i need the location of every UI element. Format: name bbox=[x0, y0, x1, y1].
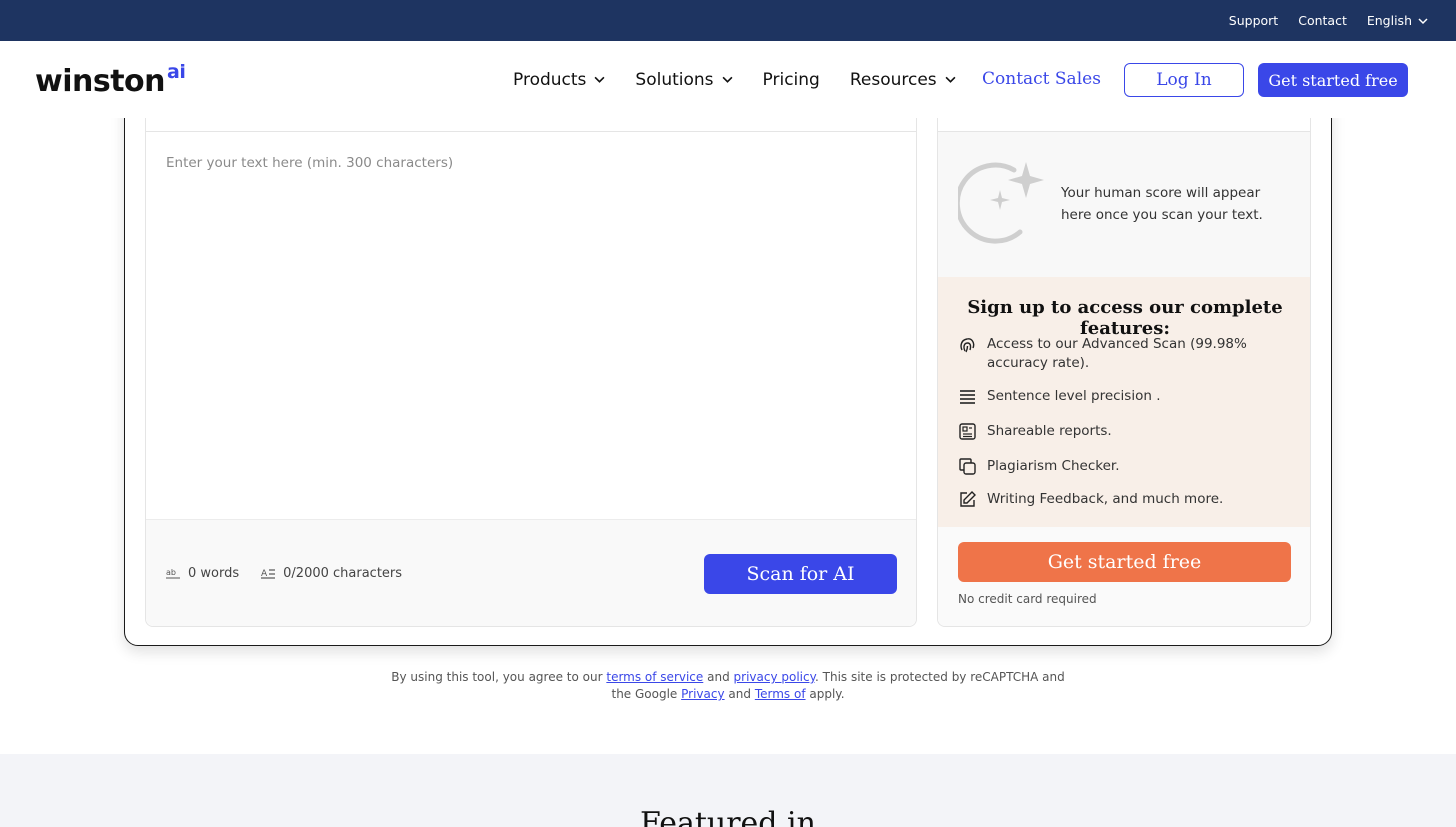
logo-text: winston bbox=[35, 64, 166, 99]
svg-text:ab: ab bbox=[166, 568, 176, 577]
legal-text: and bbox=[728, 687, 751, 701]
legal-notice: By using this tool, you agree to our ter… bbox=[0, 669, 1456, 703]
featured-in-section: Featured in bbox=[0, 754, 1456, 827]
lines-icon bbox=[960, 390, 975, 404]
legal-line-2: the Google Privacy and Terms of apply. bbox=[0, 686, 1456, 703]
feature-label: Access to our Advanced Scan (99.98% accu… bbox=[987, 336, 1247, 371]
log-in-button[interactable]: Log In bbox=[1124, 63, 1244, 97]
text-counts: ab 0 words A 0/2000 characters bbox=[166, 566, 402, 581]
divider bbox=[146, 131, 916, 132]
contact-link[interactable]: Contact bbox=[1298, 13, 1347, 28]
top-utility-bar: Support Contact English bbox=[0, 0, 1456, 41]
feature-label: Sentence level precision . bbox=[987, 388, 1161, 404]
chevron-down-icon bbox=[945, 76, 956, 83]
no-credit-card-note: No credit card required bbox=[958, 592, 1097, 606]
feature-item: Sentence level precision . bbox=[958, 387, 1160, 406]
character-count: A 0/2000 characters bbox=[261, 566, 402, 581]
main-navigation: winston ai Products Solutions Pricing Res… bbox=[0, 41, 1456, 118]
chevron-down-icon bbox=[1418, 17, 1428, 24]
featured-in-title: Featured in bbox=[640, 806, 816, 827]
legal-text: . This site is protected by reCAPTCHA an… bbox=[815, 670, 1065, 684]
legal-text: By using this tool, you agree to our bbox=[391, 670, 603, 684]
word-count: ab 0 words bbox=[166, 566, 239, 581]
legal-line-1: By using this tool, you agree to our ter… bbox=[0, 669, 1456, 686]
sidebar-footer: Get started free No credit card required bbox=[938, 527, 1310, 626]
feature-label: Shareable reports. bbox=[987, 423, 1112, 439]
legal-text: the Google bbox=[611, 687, 678, 701]
word-count-icon: ab bbox=[166, 568, 180, 579]
chevron-down-icon bbox=[594, 76, 605, 83]
scan-for-ai-button[interactable]: Scan for AI bbox=[704, 554, 897, 594]
human-score-text: Your human score will appear here once y… bbox=[1061, 185, 1263, 223]
feature-item: Writing Feedback, and much more. bbox=[958, 490, 1223, 509]
support-link[interactable]: Support bbox=[1229, 13, 1278, 28]
get-started-free-button[interactable]: Get started free bbox=[1258, 63, 1408, 97]
terms-of-service-link[interactable]: terms of service bbox=[606, 670, 703, 684]
nav-item-label: Resources bbox=[849, 69, 937, 90]
nav-item-products[interactable]: Products bbox=[513, 70, 605, 90]
editor-footer: ab 0 words A 0/2000 characters Scan for … bbox=[146, 519, 916, 626]
copy-icon bbox=[959, 458, 976, 475]
nav-item-label: Solutions bbox=[635, 69, 714, 90]
fingerprint-icon bbox=[960, 338, 975, 353]
human-score-placeholder: Your human score will appear here once y… bbox=[938, 132, 1310, 277]
google-privacy-link[interactable]: Privacy bbox=[681, 687, 724, 701]
get-started-free-cta-button[interactable]: Get started free bbox=[958, 542, 1291, 582]
character-count-icon: A bbox=[261, 569, 276, 579]
feature-item: Shareable reports. bbox=[958, 422, 1112, 441]
contact-sales-link[interactable]: Contact Sales bbox=[982, 69, 1101, 89]
language-label: English bbox=[1366, 13, 1412, 28]
nav-item-label: Products bbox=[513, 69, 587, 90]
feature-item: Plagiarism Checker. bbox=[958, 457, 1120, 476]
nav-item-solutions[interactable]: Solutions bbox=[635, 69, 733, 90]
utility-links: Support Contact English bbox=[1229, 0, 1428, 41]
text-input[interactable]: Enter your text here (min. 300 character… bbox=[166, 155, 453, 171]
word-count-text: 0 words bbox=[188, 566, 240, 581]
features-panel: Sign up to access our complete features:… bbox=[938, 277, 1310, 527]
legal-text: and bbox=[707, 670, 730, 684]
nav-item-resources[interactable]: Resources bbox=[850, 70, 956, 90]
report-icon bbox=[959, 423, 976, 440]
language-selector[interactable]: English bbox=[1367, 13, 1428, 28]
sparkle-circle-icon bbox=[958, 162, 1044, 244]
chevron-down-icon bbox=[722, 76, 733, 83]
pencil-icon bbox=[960, 491, 976, 507]
text-editor-panel: Enter your text here (min. 300 character… bbox=[145, 118, 917, 627]
feature-item: Access to our Advanced Scan (99.98% accu… bbox=[958, 335, 1257, 373]
legal-text: apply. bbox=[809, 687, 845, 701]
nav-item-label: Pricing bbox=[762, 69, 820, 90]
feature-label: Writing Feedback, and much more. bbox=[987, 491, 1224, 507]
google-terms-link[interactable]: Terms of bbox=[755, 687, 806, 701]
nav-menu: Products Solutions Pricing Resources bbox=[513, 41, 956, 118]
logo-suffix: ai bbox=[167, 61, 186, 83]
character-count-text: 0/2000 characters bbox=[283, 566, 403, 581]
nav-item-pricing[interactable]: Pricing bbox=[763, 70, 820, 90]
features-title: Sign up to access our complete features: bbox=[967, 297, 1283, 339]
results-sidebar: Your human score will appear here once y… bbox=[937, 118, 1311, 627]
feature-label: Plagiarism Checker. bbox=[987, 458, 1120, 474]
privacy-policy-link[interactable]: privacy policy bbox=[734, 670, 815, 684]
winston-ai-logo[interactable]: winston ai bbox=[35, 61, 186, 99]
